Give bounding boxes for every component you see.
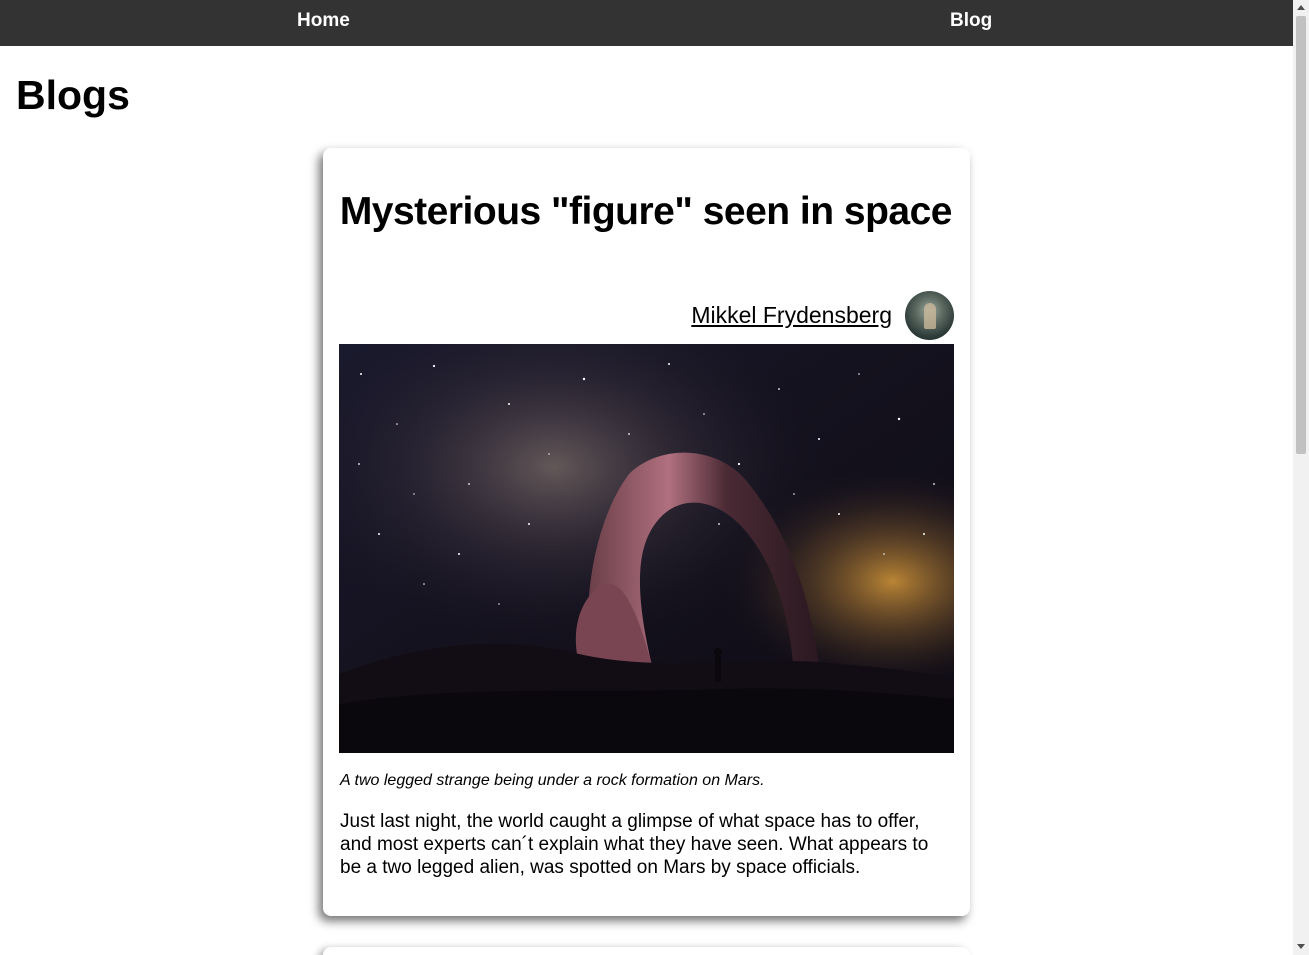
blog-post-card: Mysterious "figure" seen in space Mikkel… xyxy=(323,148,970,916)
image-caption: A two legged strange being under a rock … xyxy=(340,772,765,789)
nav-home-link[interactable]: Home xyxy=(297,10,350,32)
scroll-up-arrow-icon[interactable] xyxy=(1297,5,1305,10)
post-body: Just last night, the world caught a glim… xyxy=(340,811,929,878)
page-scrollbar[interactable] xyxy=(1293,0,1309,955)
scroll-down-arrow-icon[interactable] xyxy=(1297,944,1305,949)
author-avatar[interactable] xyxy=(905,290,954,340)
post-title: Mysterious "figure" seen in space xyxy=(339,190,953,233)
nav-blog-link[interactable]: Blog xyxy=(950,10,992,32)
page-title: Blogs xyxy=(16,72,130,118)
avatar-figure xyxy=(924,302,936,329)
top-nav: Home Blog xyxy=(0,0,1293,46)
scrollbar-thumb[interactable] xyxy=(1296,16,1306,454)
author-row: Mikkel Frydensberg xyxy=(691,290,954,340)
post-image xyxy=(339,344,954,753)
author-link[interactable]: Mikkel Frydensberg xyxy=(691,302,892,329)
next-blog-post-card xyxy=(323,947,970,955)
standing-figure xyxy=(715,656,721,682)
night-sky-arch-image xyxy=(339,344,954,753)
